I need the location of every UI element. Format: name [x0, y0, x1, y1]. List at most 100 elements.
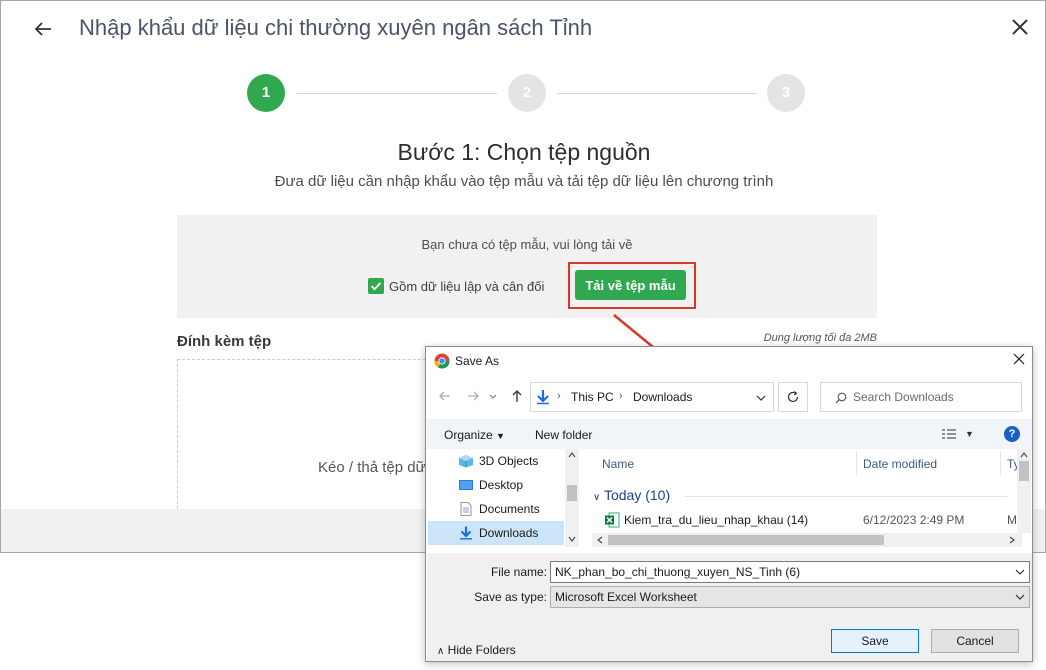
chrome-icon: [434, 353, 450, 369]
scroll-up-icon[interactable]: [1017, 449, 1031, 461]
save-button[interactable]: Save: [831, 629, 919, 653]
drop-zone-text: Kéo / thả tệp dữ: [318, 459, 426, 476]
dialog-title: Save As: [455, 354, 500, 368]
search-input[interactable]: [853, 388, 1013, 406]
step-3-indicator: 3: [767, 74, 805, 112]
dialog-toolbar: Organize ▼ New folder ▼ ?: [427, 419, 1032, 449]
screen: Nhập khẩu dữ liệu chi thường xuyên ngân …: [0, 0, 1046, 670]
nav-item-label: Documents: [479, 502, 540, 516]
save-as-dialog: Save As › This PC › Downloads Search Dow…: [425, 346, 1033, 662]
organize-menu[interactable]: Organize ▼: [444, 428, 505, 442]
template-panel: Bạn chưa có tệp mẫu, vui lòng tải về Gồm…: [177, 215, 877, 318]
max-size-note: Dung lượng tối đa 2MB: [763, 332, 877, 344]
chevron-down-icon: ▼: [496, 431, 505, 441]
view-options-icon[interactable]: [941, 428, 957, 440]
file-hscroll-thumb[interactable]: [608, 535, 884, 545]
address-bar[interactable]: › This PC › Downloads: [530, 382, 774, 412]
step-heading: Bước 1: Chọn tệp nguồn: [397, 139, 651, 165]
nav-item-documents[interactable]: Documents: [428, 497, 564, 521]
nav-item-downloads[interactable]: Downloads: [428, 521, 564, 545]
hide-folders-label: Hide Folders: [447, 643, 516, 657]
nav-item-label: 3D Objects: [479, 454, 539, 468]
save-options-panel: File name: NK_phan_bo_chi_thuong_xuyen_N…: [427, 553, 1032, 661]
cancel-button[interactable]: Cancel: [931, 629, 1019, 653]
file-name-label: File name:: [490, 565, 547, 579]
organize-label: Organize: [444, 428, 493, 442]
save-type-label: Save as type:: [474, 590, 547, 604]
save-type-select[interactable]: Microsoft Excel Worksheet: [550, 586, 1030, 608]
scroll-right-icon[interactable]: [1006, 533, 1018, 547]
scroll-up-icon[interactable]: [565, 449, 579, 461]
recent-dropdown-icon[interactable]: [488, 389, 498, 403]
attach-label: Đính kèm tệp: [177, 333, 272, 350]
group-label: Today (10): [603, 487, 671, 503]
chevron-down-icon: [1015, 594, 1025, 600]
step-connector: [557, 93, 757, 94]
file-name-field[interactable]: NK_phan_bo_chi_thuong_xuyen_NS_Tinh (6): [550, 561, 1030, 583]
nav-scrollbar[interactable]: [565, 449, 579, 547]
column-date-modified[interactable]: Date modified: [863, 457, 937, 471]
up-nav-icon[interactable]: [510, 389, 524, 403]
chevron-down-icon[interactable]: [1015, 567, 1025, 577]
forward-nav-icon[interactable]: [466, 389, 480, 403]
file-name: Kiem_tra_du_lieu_nhap_khau (14): [624, 513, 809, 527]
breadcrumb-separator: ›: [619, 390, 623, 402]
file-date: 6/12/2023 2:49 PM: [863, 513, 965, 527]
step-1-indicator: 1: [247, 74, 285, 112]
step-2-indicator: 2: [508, 74, 546, 112]
navigation-pane[interactable]: 3D Objects Desktop Documents Downloads: [427, 449, 579, 549]
step-connector: [297, 93, 497, 94]
downloads-icon: [460, 526, 472, 540]
window-title: Nhập khẩu dữ liệu chi thường xuyên ngân …: [79, 15, 593, 40]
column-divider: [1000, 451, 1001, 475]
nav-item-label: Downloads: [479, 526, 539, 540]
chevron-down-icon: ∨: [593, 492, 601, 503]
close-icon[interactable]: [1012, 352, 1026, 366]
nav-item-3d-objects[interactable]: 3D Objects: [428, 449, 564, 473]
close-icon[interactable]: [1009, 16, 1031, 38]
chevron-up-icon: ∧: [437, 646, 445, 657]
column-name[interactable]: Name: [602, 457, 634, 471]
file-type: M: [1007, 513, 1017, 527]
column-divider: [856, 451, 857, 475]
3d-objects-icon: [459, 455, 473, 468]
file-name-value: NK_phan_bo_chi_thuong_xuyen_NS_Tinh (6): [555, 565, 801, 579]
include-data-label: Gồm dữ liệu lập và cân đối: [389, 279, 545, 294]
nav-item-desktop[interactable]: Desktop: [428, 473, 564, 497]
nav-scroll-thumb[interactable]: [567, 485, 577, 501]
scroll-down-icon[interactable]: [565, 533, 579, 545]
include-data-checkbox[interactable]: [368, 278, 384, 294]
breadcrumb-this-pc[interactable]: This PC: [571, 390, 614, 404]
file-list-hscrollbar[interactable]: [592, 533, 1022, 547]
excel-file-icon: [605, 512, 620, 528]
save-type-value: Microsoft Excel Worksheet: [555, 590, 697, 604]
breadcrumb-downloads[interactable]: Downloads: [633, 390, 692, 404]
refresh-icon: [787, 391, 799, 403]
nav-item-label: Desktop: [479, 478, 524, 492]
back-arrow-icon[interactable]: [31, 17, 55, 41]
documents-icon: [460, 502, 472, 516]
chevron-down-icon[interactable]: [755, 392, 767, 404]
help-button[interactable]: ?: [1004, 426, 1020, 442]
search-box: [820, 382, 1022, 412]
back-nav-icon[interactable]: [438, 389, 452, 403]
view-dropdown-icon[interactable]: ▼: [965, 429, 974, 439]
download-template-button[interactable]: Tải về tệp mẫu: [575, 270, 686, 300]
checkmark-icon: [370, 282, 382, 291]
template-note: Bạn chưa có tệp mẫu, vui lòng tải về: [421, 237, 633, 252]
new-folder-button[interactable]: New folder: [535, 428, 592, 442]
group-header-today[interactable]: ∨ Today (10): [593, 487, 670, 503]
file-list-scrollbar[interactable]: [1017, 449, 1031, 533]
downloads-icon: [537, 390, 549, 405]
download-highlight-frame: Tải về tệp mẫu: [568, 262, 696, 309]
step-subtitle: Đưa dữ liệu cần nhập khẩu vào tệp mẫu và…: [274, 173, 774, 190]
refresh-button[interactable]: [778, 382, 808, 412]
hide-folders-toggle[interactable]: ∧ Hide Folders: [437, 643, 516, 657]
scroll-left-icon[interactable]: [594, 533, 606, 547]
file-row[interactable]: Kiem_tra_du_lieu_nhap_khau (14) 6/12/202…: [585, 509, 1025, 531]
group-divider: [685, 496, 1007, 497]
file-scroll-thumb[interactable]: [1019, 461, 1029, 481]
search-icon: [835, 392, 847, 404]
desktop-icon: [459, 480, 473, 490]
breadcrumb-separator: ›: [557, 390, 561, 402]
